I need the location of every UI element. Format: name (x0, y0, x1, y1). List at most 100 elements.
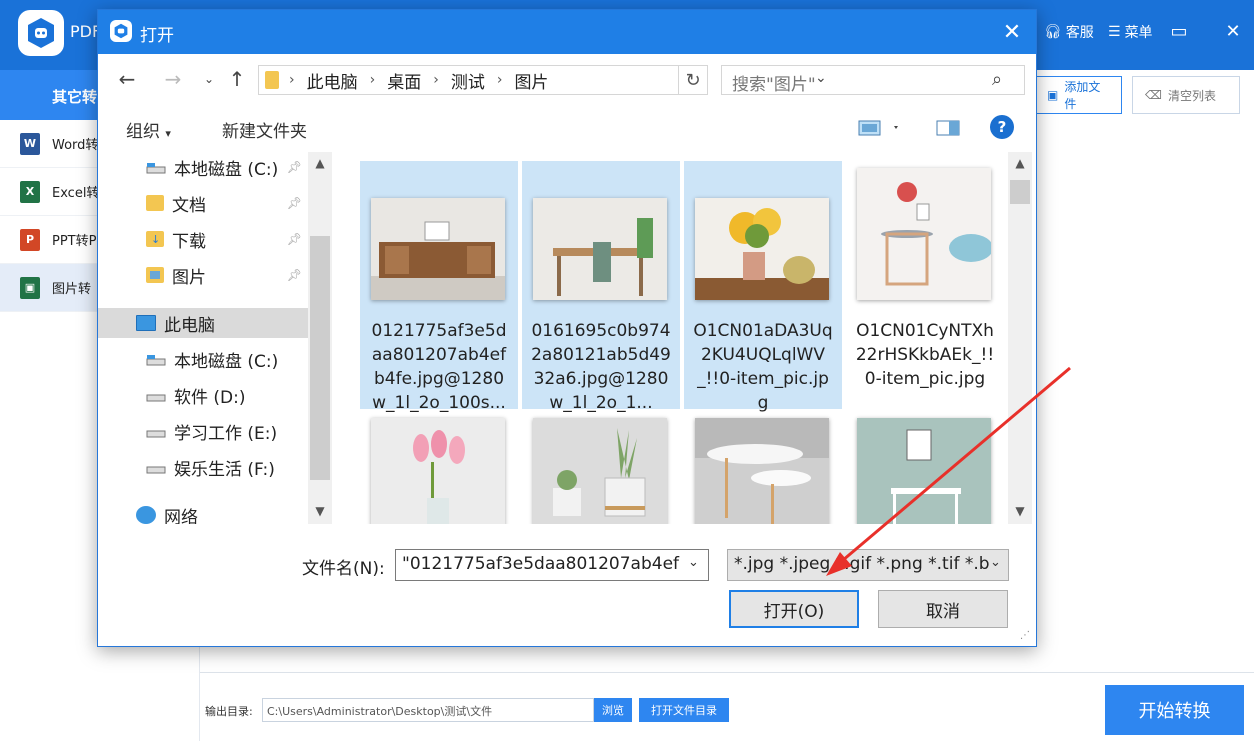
recent-locations-button[interactable]: ⌄ (196, 66, 222, 92)
refresh-button[interactable]: ↻ (678, 65, 708, 95)
open-directory-button[interactable]: 打开文件目录 (639, 698, 729, 722)
resize-grip-icon[interactable]: ⋰ (1020, 630, 1030, 641)
maximize-icon: ▭ (1170, 20, 1188, 42)
forward-button[interactable]: → (160, 66, 186, 92)
service-button[interactable]: 🎧︎ 客服 (1044, 22, 1094, 42)
pin-icon: 📌︎ (286, 160, 302, 174)
word-icon: W (20, 132, 40, 155)
cancel-button[interactable]: 取消 (878, 590, 1008, 628)
drive-icon (146, 160, 166, 174)
tree-item-drive-f[interactable]: 娱乐生活 (F:) (146, 452, 275, 482)
download-folder-icon: ↓ (146, 231, 164, 247)
service-label: 客服 (1065, 25, 1094, 41)
up-button[interactable]: ↑ (224, 66, 250, 92)
change-view-button[interactable] (858, 120, 902, 140)
address-bar[interactable]: › 此电脑 › 桌面 › 测试 › 图片 ⌄ (258, 65, 827, 95)
tree-item-pictures[interactable]: 图片 📌︎ (146, 260, 302, 290)
tree-item-network[interactable]: 网络 (136, 500, 198, 524)
scrollbar-thumb[interactable] (310, 236, 330, 480)
chevron-right-icon: › (289, 72, 295, 88)
pin-icon: 📌︎ (286, 196, 302, 210)
file-tile[interactable]: O1CN01aDA3Uq2KU4UQLqlWV_!!0-item_pic.jpg (684, 161, 842, 413)
add-file-icon: ▣ (1047, 88, 1059, 102)
tree-item-this-pc[interactable]: 此电脑 (98, 308, 308, 338)
filetype-dropdown-icon[interactable]: ⌄ (990, 555, 1001, 570)
tree-label: 软件 (D:) (174, 387, 246, 408)
tree-label: 下载 (172, 231, 206, 252)
dialog-title: 打开 (140, 26, 174, 46)
start-convert-button[interactable]: 开始转换 (1105, 685, 1244, 735)
breadcrumb-item[interactable]: 桌面 (387, 68, 421, 93)
file-tile[interactable] (360, 414, 518, 524)
folder-icon (146, 195, 164, 211)
tree-item-drive-d[interactable]: 软件 (D:) (146, 380, 246, 410)
clear-list-button[interactable]: ⌫ 清空列表 (1132, 76, 1240, 114)
image-icon: ▣ (20, 276, 40, 299)
filename-dropdown-icon[interactable]: ⌄ (688, 555, 699, 570)
tree-item-documents[interactable]: 文档 📌︎ (146, 188, 302, 218)
drive-icon (146, 424, 166, 438)
preview-pane-icon (936, 120, 960, 136)
file-tile[interactable] (684, 414, 842, 524)
broom-icon: ⌫ (1145, 88, 1162, 102)
breadcrumb-item[interactable]: 图片 (514, 68, 548, 93)
search-icon: ⌕ (992, 69, 1003, 90)
output-label: 输出目录: (205, 705, 253, 718)
navigation-bar: ← → ⌄ ↑ › 此电脑 › 桌面 › 测试 › 图片 ⌄ ↻ 搜索"图片" … (98, 54, 1036, 102)
maximize-button[interactable]: ▭ (1168, 18, 1190, 44)
pin-icon: 📌︎ (286, 232, 302, 246)
new-folder-button[interactable]: 新建文件夹 (222, 117, 307, 142)
file-tile[interactable]: O1CN01CyNTXh22rHSKkbAEk_!!0-item_pic.jpg (846, 161, 1004, 409)
excel-icon: X (20, 180, 40, 203)
filetype-select[interactable]: *.jpg *.jpeg *.gif *.png *.tif *.b (727, 549, 1009, 581)
scroll-up-icon[interactable]: ▲ (308, 156, 332, 170)
headset-icon: 🎧︎ (1044, 24, 1062, 40)
file-name: 0121775af3e5daa801207ab4efb4fe.jpg@1280w… (371, 321, 507, 413)
breadcrumb-item[interactable]: 此电脑 (307, 68, 358, 93)
preview-pane-button[interactable] (936, 120, 960, 140)
browse-button[interactable]: 浏览 (594, 698, 632, 722)
help-icon: ? (997, 118, 1007, 136)
file-tile[interactable] (846, 414, 1004, 524)
scroll-up-icon[interactable]: ▲ (1008, 156, 1032, 170)
tree-item-drive-e[interactable]: 学习工作 (E:) (146, 416, 277, 446)
scroll-down-icon[interactable]: ▼ (1008, 504, 1032, 518)
file-tile[interactable]: 0121775af3e5daa801207ab4efb4fe.jpg@1280w… (360, 161, 518, 413)
add-file-button[interactable]: ▣ 添加文件 (1034, 76, 1122, 114)
filename-label: 文件名(N): (302, 559, 385, 579)
dialog-close-button[interactable]: ✕ (996, 18, 1028, 46)
scrollbar-thumb[interactable] (1010, 180, 1030, 204)
file-thumbnail (695, 198, 829, 300)
navigation-scrollbar[interactable]: ▲ ▼ (308, 152, 332, 524)
organize-button[interactable]: 组织 ▾ (126, 117, 171, 142)
caret-down-icon: ▾ (165, 127, 171, 140)
tree-label: 图片 (172, 267, 206, 288)
breadcrumb-item[interactable]: 测试 (451, 68, 485, 93)
tree-item-downloads[interactable]: ↓ 下载 📌︎ (146, 224, 302, 254)
filename-input[interactable]: "0121775af3e5daa801207ab4ef (395, 549, 709, 581)
dialog-titlebar[interactable]: 打开 ✕ (98, 10, 1036, 54)
drive-icon (146, 388, 166, 402)
app-logo (18, 10, 64, 56)
open-button[interactable]: 打开(O) (729, 590, 859, 628)
menu-button[interactable]: ☰ 菜单 (1108, 22, 1153, 42)
refresh-icon: ↻ (685, 69, 701, 91)
file-thumbnail (371, 418, 505, 524)
organize-label: 组织 (126, 122, 160, 142)
arrow-right-icon: → (164, 67, 182, 91)
output-path-input[interactable]: C:\Users\Administrator\Desktop\测试\文件 (262, 698, 594, 722)
tree-item-local-disk-c-quick[interactable]: 本地磁盘 (C:) 📌︎ (146, 152, 302, 182)
file-tile[interactable]: 0161695c0b9742a80121ab5d4932a6.jpg@1280w… (522, 161, 680, 413)
file-grid-scrollbar[interactable]: ▲ ▼ (1008, 152, 1032, 524)
navigation-pane: 本地磁盘 (C:) 📌︎ 文档 📌︎ ↓ 下载 📌︎ 图片 📌︎ 此电脑 本地磁… (98, 152, 332, 524)
file-name: 0161695c0b9742a80121ab5d4932a6.jpg@1280w… (531, 321, 671, 413)
file-tile[interactable] (522, 414, 680, 524)
tree-label: 娱乐生活 (F:) (174, 459, 275, 480)
help-button[interactable]: ? (990, 115, 1014, 139)
close-app-button[interactable]: ✕ (1222, 18, 1244, 44)
search-input[interactable]: 搜索"图片" (721, 65, 1025, 95)
scroll-down-icon[interactable]: ▼ (308, 504, 332, 518)
chevron-right-icon: › (433, 72, 439, 88)
tree-item-local-disk-c[interactable]: 本地磁盘 (C:) (146, 344, 278, 374)
back-button[interactable]: ← (114, 66, 140, 92)
